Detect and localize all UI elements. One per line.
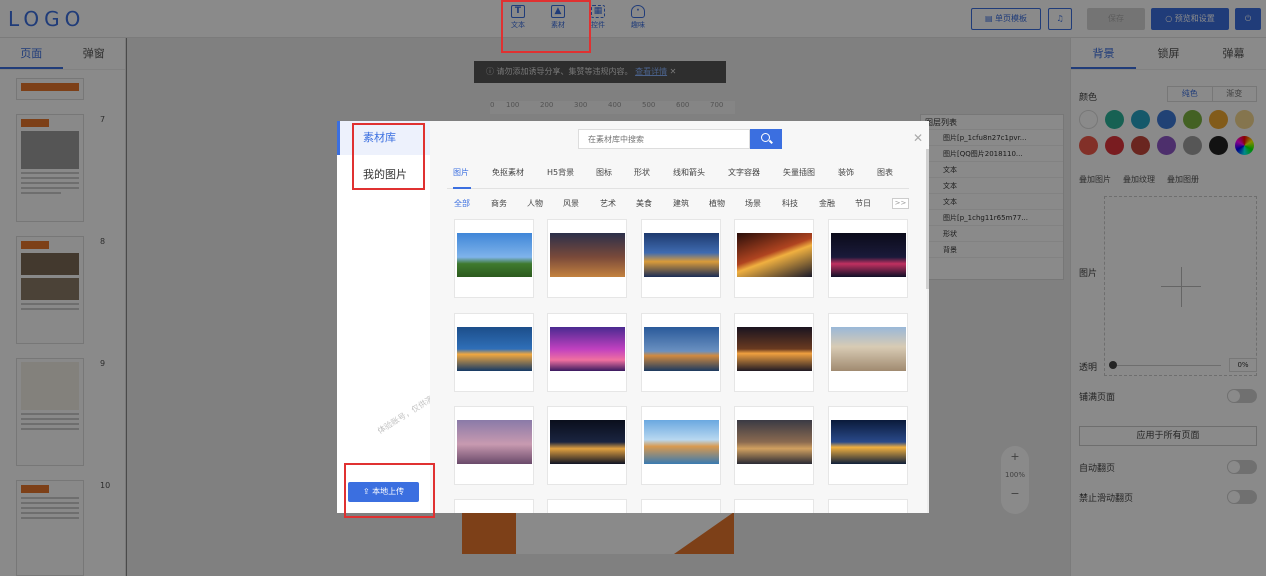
filter-scenes[interactable]: 场景 bbox=[745, 198, 761, 209]
image-tile[interactable] bbox=[734, 406, 814, 485]
tab-category-icons[interactable]: 图标 bbox=[596, 167, 612, 178]
light-trails-road-photo bbox=[831, 420, 906, 464]
highlight-box bbox=[501, 0, 591, 53]
image-tile[interactable] bbox=[828, 499, 908, 513]
image-tile[interactable] bbox=[641, 219, 721, 298]
tv-tower-skyline-night-photo bbox=[831, 233, 906, 277]
image-tile[interactable] bbox=[547, 219, 627, 298]
image-tile[interactable] bbox=[641, 499, 721, 513]
filter-all[interactable]: 全部 bbox=[454, 198, 470, 209]
filter-people[interactable]: 人物 bbox=[527, 198, 543, 209]
shanghai-skyline-photo bbox=[457, 420, 532, 464]
skyline-reflection-photo bbox=[457, 327, 532, 371]
eiffel-tower-photo bbox=[457, 233, 532, 277]
image-tile[interactable] bbox=[454, 406, 534, 485]
filter-plants[interactable]: 植物 bbox=[709, 198, 725, 209]
image-tile[interactable] bbox=[547, 313, 627, 392]
image-tile[interactable] bbox=[547, 499, 627, 513]
venice-canal-photo bbox=[737, 420, 812, 464]
riverside-city-dusk-photo bbox=[644, 327, 719, 371]
tab-category-shapes[interactable]: 形状 bbox=[634, 167, 650, 178]
image-tile[interactable] bbox=[828, 406, 908, 485]
image-tile[interactable] bbox=[454, 313, 534, 392]
search-bar bbox=[578, 129, 782, 149]
image-tile[interactable] bbox=[454, 499, 534, 513]
filter-business[interactable]: 商务 bbox=[491, 198, 507, 209]
search-button[interactable] bbox=[750, 129, 782, 149]
city-lights-aerial-photo bbox=[737, 327, 812, 371]
category-tabs: 图片 免抠素材 H5背景 图标 形状 线和箭头 文字容器 矢量插图 装饰 图表 bbox=[447, 167, 909, 189]
purple-skyscraper-photo bbox=[550, 327, 625, 371]
filter-scenery[interactable]: 风景 bbox=[563, 198, 579, 209]
filter-festival[interactable]: 节日 bbox=[855, 198, 871, 209]
tab-category-decor[interactable]: 装饰 bbox=[838, 167, 854, 178]
night-city-panorama-photo bbox=[550, 420, 625, 464]
image-tile[interactable] bbox=[734, 219, 814, 298]
highway-lights-night-photo bbox=[737, 233, 812, 277]
subcategory-filters: 全部 商务 人物 风景 艺术 美食 建筑 植物 场景 科技 金融 节日 >> bbox=[454, 198, 909, 212]
tab-category-cutout[interactable]: 免抠素材 bbox=[492, 167, 524, 178]
scrollbar-thumb[interactable] bbox=[926, 149, 929, 289]
more-filters-button[interactable]: >> bbox=[892, 198, 909, 209]
close-icon[interactable]: ✕ bbox=[913, 131, 923, 145]
material-library-dialog: 素材库 我的图片 体验账号，仅供演示与试用 ⇪ 本地上传 ✕ 图片 免抠素材 H… bbox=[337, 121, 929, 513]
filter-architecture[interactable]: 建筑 bbox=[673, 198, 689, 209]
classical-building-photo bbox=[831, 327, 906, 371]
image-tile[interactable] bbox=[641, 406, 721, 485]
tab-category-h5-bg[interactable]: H5背景 bbox=[547, 167, 574, 178]
filter-tech[interactable]: 科技 bbox=[782, 198, 798, 209]
tab-category-lines-arrows[interactable]: 线和箭头 bbox=[673, 167, 705, 178]
image-tile[interactable] bbox=[454, 219, 534, 298]
image-tile[interactable] bbox=[828, 219, 908, 298]
image-tile[interactable] bbox=[641, 313, 721, 392]
dialog-main: ✕ 图片 免抠素材 H5背景 图标 形状 线和箭头 文字容器 矢量插图 装饰 图… bbox=[430, 121, 929, 513]
image-tile[interactable] bbox=[734, 499, 814, 513]
tab-category-vector[interactable]: 矢量插图 bbox=[783, 167, 815, 178]
waterfront-town-photo bbox=[644, 420, 719, 464]
image-tile[interactable] bbox=[734, 313, 814, 392]
tab-category-images[interactable]: 图片 bbox=[453, 167, 469, 178]
highlight-box bbox=[344, 463, 435, 518]
filter-art[interactable]: 艺术 bbox=[600, 198, 616, 209]
image-tile[interactable] bbox=[828, 313, 908, 392]
search-input[interactable] bbox=[578, 129, 750, 149]
filter-finance[interactable]: 金融 bbox=[819, 198, 835, 209]
image-tile[interactable] bbox=[547, 406, 627, 485]
tab-category-text-containers[interactable]: 文字容器 bbox=[728, 167, 760, 178]
tab-category-charts[interactable]: 图表 bbox=[877, 167, 893, 178]
filter-food[interactable]: 美食 bbox=[636, 198, 652, 209]
highlight-box bbox=[352, 123, 425, 190]
paris-night-aerial-photo bbox=[550, 233, 625, 277]
city-harbor-night-photo bbox=[644, 233, 719, 277]
